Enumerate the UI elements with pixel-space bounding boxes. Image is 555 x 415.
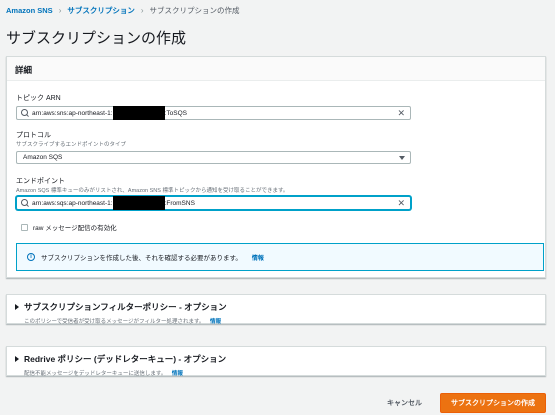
redacted-account-id — [112, 196, 165, 210]
raw-delivery-checkbox[interactable] — [21, 223, 28, 231]
cancel-button[interactable]: キャンセル — [379, 395, 430, 411]
details-panel: 詳細 トピック ARN arn:aws:sns:ap-northeast-1: … — [6, 56, 546, 278]
filter-policy-panel[interactable]: サブスクリプションフィルターポリシー - オプション このポリシーで受信者が受け… — [6, 294, 546, 325]
details-header: 詳細 — [7, 57, 545, 81]
topic-arn-prefix: arn:aws:sns:ap-northeast-1: — [32, 109, 113, 117]
redrive-policy-info-link[interactable]: 情報 — [172, 371, 183, 377]
info-icon: i — [27, 253, 35, 261]
filter-policy-title: サブスクリプションフィルターポリシー - オプション — [24, 302, 227, 312]
create-subscription-button[interactable]: サブスクリプションの作成 — [440, 393, 546, 413]
filter-policy-description-row: このポリシーで受信者が受け取るメッセージがフィルター処理されます。 情報 — [24, 317, 537, 325]
page-title: サブスクリプションの作成 — [6, 30, 187, 47]
breadcrumb-subscriptions[interactable]: サブスクリプション — [67, 5, 135, 16]
protocol-selected-value: Amazon SQS — [23, 154, 63, 161]
search-icon — [21, 199, 29, 207]
redrive-policy-description-row: 配信不能メッセージをデッドレターキューに送信します。 情報 — [24, 369, 537, 377]
breadcrumb-current: サブスクリプションの作成 — [149, 6, 240, 15]
search-icon — [21, 109, 29, 117]
clear-icon[interactable]: ✕ — [397, 109, 405, 118]
filter-policy-header[interactable]: サブスクリプションフィルターポリシー - オプション — [15, 301, 537, 313]
filter-policy-description: このポリシーで受信者が受け取るメッセージがフィルター処理されます。 — [24, 319, 205, 325]
redrive-policy-description: 配信不能メッセージをデッドレターキューに送信します。 — [24, 371, 167, 377]
clear-icon[interactable]: ✕ — [397, 199, 405, 208]
protocol-description: サブスクライブするエンドポイントのタイプ — [16, 142, 127, 148]
breadcrumb: Amazon SNS › サブスクリプション › サブスクリプションの作成 — [6, 5, 240, 16]
expand-triangle-icon — [15, 304, 19, 310]
redrive-policy-panel[interactable]: Redrive ポリシー (デッドレターキュー) - オプション 配信不能メッセ… — [6, 346, 546, 377]
protocol-label: プロトコル — [16, 132, 51, 139]
endpoint-suffix: :FromSNS — [164, 199, 195, 207]
raw-delivery-label: raw メッセージ配信の有効化 — [33, 225, 117, 232]
redrive-policy-title: Redrive ポリシー (デッドレターキュー) - オプション — [24, 354, 227, 364]
topic-arn-label: トピック ARN — [16, 95, 61, 102]
endpoint-label: エンドポイント — [16, 178, 65, 185]
protocol-select[interactable]: Amazon SQS — [16, 151, 411, 164]
caret-down-icon — [399, 156, 405, 160]
endpoint-description: Amazon SQS 標準キューのみがリストされ、Amazon SNS 標準トピ… — [16, 188, 289, 194]
filter-policy-info-link[interactable]: 情報 — [210, 319, 221, 325]
endpoint-prefix: arn:aws:sqs:ap-northeast-1: — [32, 199, 113, 207]
form-actions: キャンセル サブスクリプションの作成 — [379, 393, 546, 413]
redacted-account-id — [112, 106, 165, 120]
topic-arn-suffix: :ToSQS — [164, 109, 187, 117]
breadcrumb-chevron-icon: › — [140, 6, 144, 15]
breadcrumb-chevron-icon: › — [58, 6, 62, 15]
raw-delivery-row[interactable]: raw メッセージ配信の有効化 — [21, 222, 117, 232]
breadcrumb-amazon-sns[interactable]: Amazon SNS — [6, 6, 53, 15]
topic-arn-input[interactable]: arn:aws:sns:ap-northeast-1: :ToSQS ✕ — [16, 106, 411, 120]
info-link[interactable]: 情報 — [252, 253, 264, 262]
endpoint-input[interactable]: arn:aws:sqs:ap-northeast-1: :FromSNS ✕ — [16, 196, 411, 210]
info-alert: i サブスクリプションを作成した後、それを確認する必要があります。 情報 — [16, 243, 544, 271]
info-text: サブスクリプションを作成した後、それを確認する必要があります。 — [41, 255, 242, 262]
redrive-policy-header[interactable]: Redrive ポリシー (デッドレターキュー) - オプション — [15, 353, 537, 365]
expand-triangle-icon — [15, 356, 19, 362]
